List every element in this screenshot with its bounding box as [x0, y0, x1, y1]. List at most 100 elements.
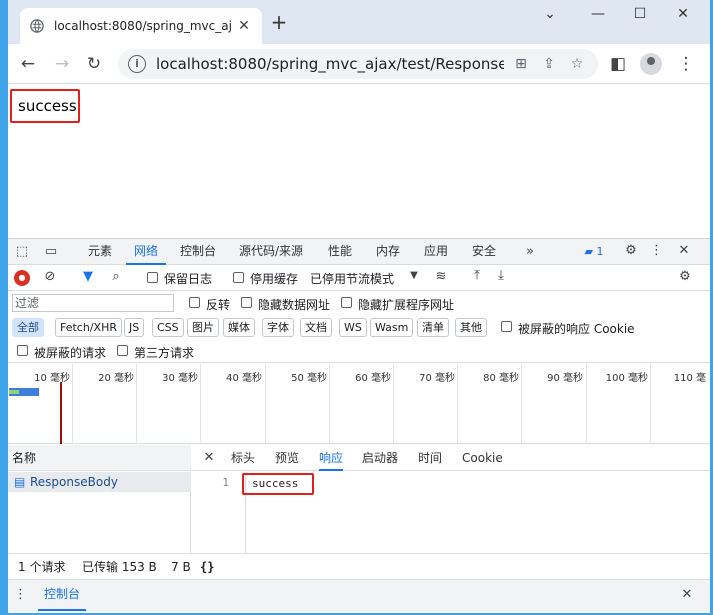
back-arrow-icon[interactable]: ← — [16, 52, 40, 76]
panel-tab-memory[interactable]: 内存 — [368, 239, 408, 265]
detail-tab-headers[interactable]: 标头 — [231, 445, 255, 471]
load-event-marker — [60, 382, 62, 444]
search-icon[interactable]: ⌕ — [108, 269, 124, 284]
type-filter-wasm[interactable]: Wasm — [370, 318, 414, 337]
side-panel-icon[interactable]: ◧ — [606, 52, 630, 76]
throttling-select[interactable]: 已停用节流模式 — [310, 270, 394, 287]
tab-search-icon[interactable]: ⌄ — [530, 6, 570, 28]
new-tab-button[interactable]: + — [268, 12, 290, 34]
panel-tab-application[interactable]: 应用 — [416, 239, 456, 265]
filter-input[interactable]: 过滤 — [12, 294, 174, 312]
type-filter-font[interactable]: 字体 — [262, 318, 294, 337]
issues-badge[interactable]: ▰ 1 — [582, 245, 606, 258]
pretty-print-icon[interactable]: {} — [200, 554, 214, 580]
timeline-tick — [329, 364, 330, 444]
reload-icon[interactable]: ↻ — [82, 52, 106, 76]
site-info-icon[interactable]: i — [128, 55, 146, 73]
page-response-text: success — [10, 89, 80, 123]
timeline-tick — [200, 364, 201, 444]
address-bar[interactable]: i localhost:8080/spring_mvc_ajax/test/Re… — [118, 49, 598, 79]
minimize-button[interactable]: — — [578, 6, 618, 28]
detail-tab-initiator[interactable]: 启动器 — [362, 445, 398, 471]
request-list-header[interactable]: 名称 — [8, 445, 191, 471]
export-har-icon[interactable]: ⤓ — [494, 268, 508, 283]
menu-kebab-icon[interactable]: ⋮ — [674, 52, 698, 76]
tab-strip: localhost:8080/spring_mvc_aj ✕ + ⌄ — ☐ ✕ — [8, 0, 710, 44]
record-icon[interactable]: ● — [14, 270, 30, 286]
request-count: 1 个请求 — [18, 560, 66, 574]
panel-tab-network[interactable]: 网络 — [126, 239, 166, 265]
url-text[interactable]: localhost:8080/spring_mvc_ajax/test/Resp… — [156, 55, 504, 73]
type-filter-doc[interactable]: 文档 — [300, 318, 332, 337]
settings-gear-icon[interactable]: ⚙ — [622, 243, 640, 258]
import-har-icon[interactable]: ⤒ — [470, 268, 484, 283]
blocked-response-cookies-checkbox[interactable] — [501, 321, 512, 332]
detail-tab-preview[interactable]: 预览 — [275, 445, 299, 471]
third-party-requests-checkbox[interactable] — [117, 345, 128, 356]
console-drawer: ⋮ 控制台 ✕ — [8, 579, 710, 612]
type-filter-js[interactable]: JS — [124, 318, 145, 337]
type-filter-ws[interactable]: WS — [339, 318, 367, 337]
type-filter-css[interactable]: CSS — [152, 318, 184, 337]
panel-tab-performance[interactable]: 性能 — [320, 239, 360, 265]
timeline-request-waiting — [9, 390, 19, 394]
type-filter-fetch-xhr[interactable]: Fetch/XHR — [55, 318, 122, 337]
translate-icon[interactable]: ⊞ — [510, 56, 532, 72]
detail-tab-cookies[interactable]: Cookie — [462, 445, 503, 471]
type-filter-all[interactable]: 全部 — [12, 318, 44, 337]
blocked-requests-label: 被屏蔽的请求 — [34, 346, 107, 360]
timeline-tick-label: 30 毫秒 — [162, 373, 198, 384]
blocked-response-cookies-label: 被屏蔽的响应 Cookie — [518, 322, 635, 336]
close-tab-icon[interactable]: ✕ — [236, 18, 252, 34]
invert-label: 反转 — [206, 298, 231, 312]
panel-tab-security[interactable]: 安全 — [464, 239, 504, 265]
type-filter-media[interactable]: 媒体 — [223, 318, 255, 337]
timeline-tick-label: 70 毫秒 — [419, 373, 455, 384]
type-filter-manifest[interactable]: 清单 — [417, 318, 449, 337]
type-filter-img[interactable]: 图片 — [187, 318, 219, 337]
panel-tab-sources[interactable]: 源代码/来源 — [230, 239, 312, 265]
detail-tab-timing[interactable]: 时间 — [418, 445, 442, 471]
timeline-tick — [586, 364, 587, 444]
response-viewer[interactable]: 1 success — [192, 472, 710, 553]
drawer-tab-console[interactable]: 控制台 — [38, 580, 87, 611]
clear-icon[interactable]: ⊘ — [42, 269, 58, 284]
panel-tab-console[interactable]: 控制台 — [174, 239, 222, 265]
more-panels-icon[interactable]: » — [522, 244, 538, 259]
blocked-requests-checkbox[interactable] — [17, 345, 28, 356]
browser-tab[interactable]: localhost:8080/spring_mvc_aj ✕ — [20, 8, 262, 44]
request-list: 名称 ▤ ResponseBody — [8, 445, 191, 553]
bookmark-star-icon[interactable]: ☆ — [566, 56, 588, 72]
inspect-element-icon[interactable]: ⬚ — [14, 244, 30, 259]
network-overview-timeline[interactable]: 10 毫秒 20 毫秒 30 毫秒 40 毫秒 50 毫秒 60 毫秒 70 毫… — [8, 364, 710, 444]
request-detail: ✕ 标头 预览 响应 启动器 时间 Cookie 1 success — [192, 445, 710, 553]
detail-tab-response[interactable]: 响应 — [319, 445, 344, 471]
device-toolbar-icon[interactable]: ▭ — [42, 244, 60, 259]
type-filter-other[interactable]: 其他 — [455, 318, 487, 337]
forward-arrow-icon[interactable]: → — [50, 52, 74, 76]
close-drawer-icon[interactable]: ✕ — [680, 587, 694, 602]
close-devtools-icon[interactable]: ✕ — [676, 243, 692, 258]
network-settings-gear-icon[interactable]: ⚙ — [676, 269, 694, 284]
hide-extension-urls-label: 隐藏扩展程序网址 — [358, 298, 455, 312]
preserve-log-checkbox[interactable] — [147, 272, 158, 283]
devtools-menu-icon[interactable]: ⋮ — [650, 243, 663, 258]
network-conditions-icon[interactable]: ≋ — [432, 269, 450, 284]
resources-size: 7 B — [171, 560, 191, 574]
profile-avatar[interactable] — [640, 53, 662, 75]
request-row[interactable]: ▤ ResponseBody — [8, 472, 191, 492]
panel-tab-elements[interactable]: 元素 — [80, 239, 120, 265]
maximize-button[interactable]: ☐ — [620, 6, 660, 28]
hide-extension-urls-checkbox[interactable] — [341, 297, 352, 308]
timeline-tick — [136, 364, 137, 444]
filter-funnel-icon[interactable]: ▼ — [80, 269, 96, 284]
drawer-menu-icon[interactable]: ⋮ — [14, 587, 27, 602]
close-window-button[interactable]: ✕ — [663, 6, 703, 28]
disable-cache-checkbox[interactable] — [233, 272, 244, 283]
issues-count: 1 — [596, 245, 604, 258]
share-icon[interactable]: ⇪ — [538, 56, 560, 72]
invert-checkbox[interactable] — [189, 297, 200, 308]
hide-data-urls-checkbox[interactable] — [241, 297, 252, 308]
close-detail-icon[interactable]: ✕ — [202, 450, 216, 465]
throttling-dropdown-icon[interactable]: ▼ — [408, 270, 420, 281]
